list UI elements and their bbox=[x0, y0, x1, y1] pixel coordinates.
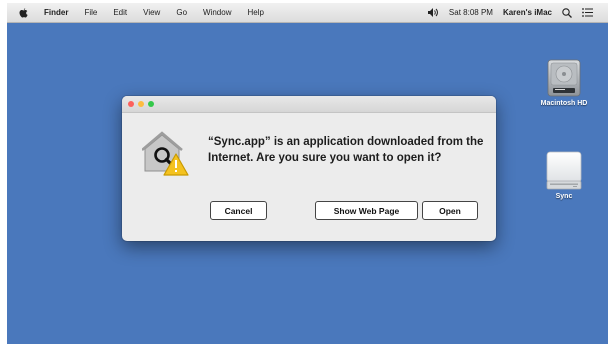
show-web-page-button[interactable]: Show Web Page bbox=[315, 201, 418, 220]
menu-help[interactable]: Help bbox=[239, 3, 271, 22]
dialog-titlebar bbox=[122, 96, 496, 113]
menu-view[interactable]: View bbox=[135, 3, 168, 22]
menu-window[interactable]: Window bbox=[195, 3, 239, 22]
open-button[interactable]: Open bbox=[422, 201, 478, 220]
desktop-icon-sync[interactable]: Sync bbox=[529, 151, 599, 200]
desktop-icon-label: Sync bbox=[555, 193, 573, 200]
menu-go[interactable]: Go bbox=[168, 3, 195, 22]
cancel-button[interactable]: Cancel bbox=[210, 201, 267, 220]
spotlight-search-icon[interactable] bbox=[557, 7, 577, 18]
dialog-message: “Sync.app” is an application downloaded … bbox=[208, 136, 484, 164]
security-alert-dialog: “Sync.app” is an application downloaded … bbox=[122, 96, 496, 241]
desktop-icon-macintosh-hd[interactable]: Macintosh HD bbox=[529, 58, 599, 107]
external-drive-icon bbox=[546, 151, 582, 190]
minimize-window-button[interactable] bbox=[138, 101, 144, 107]
gatekeeper-warning-icon bbox=[142, 131, 189, 176]
notification-center-icon[interactable] bbox=[577, 8, 598, 17]
menu-edit[interactable]: Edit bbox=[105, 3, 135, 22]
menu-finder[interactable]: Finder bbox=[36, 3, 76, 22]
menu-clock[interactable]: Sat 8:08 PM bbox=[444, 3, 498, 22]
hard-drive-icon bbox=[547, 59, 581, 97]
volume-icon[interactable] bbox=[423, 8, 444, 17]
desktop-icon-label: Macintosh HD bbox=[540, 100, 588, 107]
menu-bar: Finder File Edit View Go Window Help Sat… bbox=[7, 3, 608, 23]
zoom-window-button[interactable] bbox=[148, 101, 154, 107]
menu-file[interactable]: File bbox=[76, 3, 105, 22]
desktop: Finder File Edit View Go Window Help Sat… bbox=[7, 3, 608, 344]
close-window-button[interactable] bbox=[128, 101, 134, 107]
menu-user[interactable]: Karen's iMac bbox=[498, 3, 557, 22]
apple-logo-icon[interactable] bbox=[19, 7, 28, 18]
